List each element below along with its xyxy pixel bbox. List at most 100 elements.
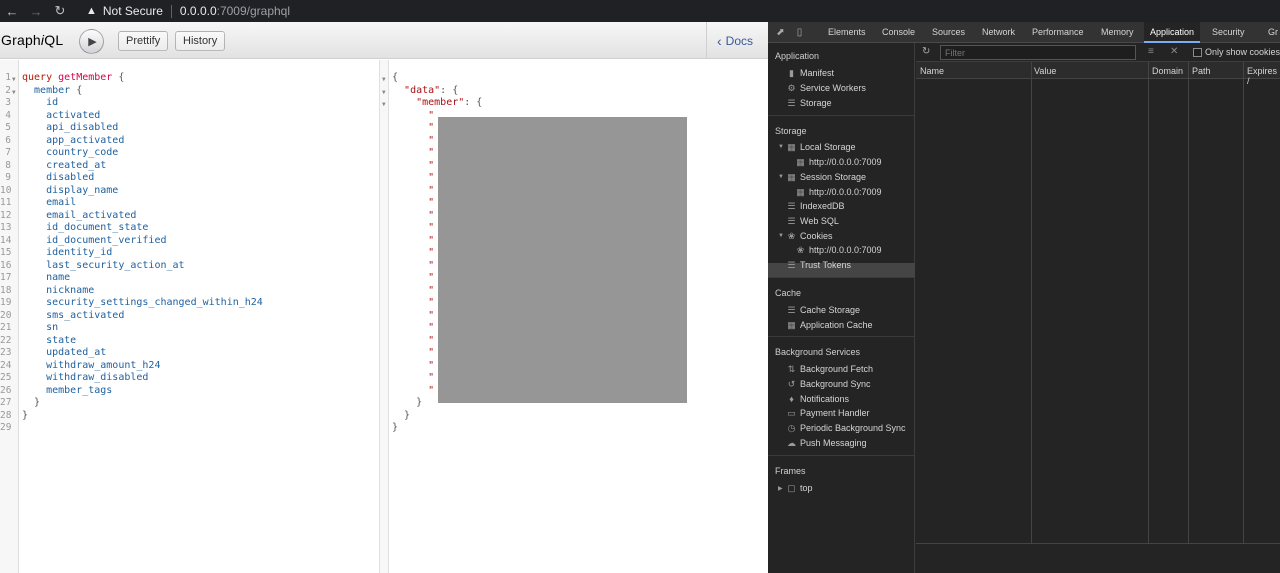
sidebar-item-background-sync[interactable]: ↺ Background Sync [786, 379, 871, 390]
column-header-domain[interactable]: Domain [1152, 66, 1183, 76]
query-code[interactable]: 1 ▼ query getMember {2 ▼ member {3 id 4 acti… [0, 72, 380, 435]
code-line[interactable]: 21 sn [0, 322, 380, 335]
fold-arrow-icon[interactable]: ▼ [382, 99, 386, 112]
sidebar-item-manifest[interactable]: ▮ Manifest [786, 68, 834, 79]
code-line[interactable]: 1 ▼ query getMember { [0, 72, 380, 85]
code-text: last_security_action_at [22, 260, 184, 273]
sidebar-item-trust-tokens[interactable]: ☰ Trust Tokens [786, 260, 851, 271]
sidebar-item-push-messaging[interactable]: ☁ Push Messaging [786, 438, 867, 449]
code-line[interactable]: 23 updated_at [0, 347, 380, 360]
code-line[interactable]: 24 withdraw_amount_h24 [0, 360, 380, 373]
code-line[interactable]: 18 nickname [0, 285, 380, 298]
sidebar-item-background-fetch[interactable]: ⇅ Background Fetch [786, 364, 873, 375]
sidebar-item-service-workers[interactable]: ⚙ Service Workers [786, 83, 865, 94]
code-line[interactable]: 3 id [0, 97, 380, 110]
code-line[interactable]: 28} [0, 410, 380, 423]
tab-performance[interactable]: Performance [1032, 27, 1084, 37]
code-line[interactable]: 10 display_name [0, 185, 380, 198]
prettify-button[interactable]: Prettify [118, 31, 169, 51]
tab-network[interactable]: Network [982, 27, 1015, 37]
database-icon: ☰ [787, 201, 796, 211]
code-token: state [22, 334, 77, 346]
code-token: withdraw_amount_h24 [22, 359, 161, 371]
sidebar-item-payment-handler[interactable]: ▭ Payment Handler [786, 408, 869, 419]
sidebar-item-session-storage-origin[interactable]: ▦ http://0.0.0.0:7009 [795, 187, 881, 198]
code-line[interactable]: 22 state [0, 335, 380, 348]
sidebar-item-indexeddb[interactable]: ☰ IndexedDB [786, 201, 844, 212]
code-line[interactable]: 25 withdraw_disabled [0, 372, 380, 385]
code-token: member [22, 84, 71, 96]
clear-filtered-icon[interactable]: ≡ [1148, 46, 1154, 57]
sidebar-item-session-storage[interactable]: ▦ Session Storage [786, 172, 866, 183]
history-button[interactable]: History [175, 31, 226, 51]
expand-triangle-icon[interactable]: ▼ [778, 233, 784, 239]
sidebar-item-cookies[interactable]: ❀ Cookies [786, 231, 833, 242]
tab-memory[interactable]: Memory [1101, 27, 1134, 37]
refresh-icon[interactable]: ↻ [922, 46, 930, 57]
tab-console[interactable]: Console [882, 27, 915, 37]
sidebar-item-frame-top[interactable]: ▢ top [786, 483, 812, 494]
sidebar-item-periodic-background-sync[interactable]: ◷ Periodic Background Sync [786, 423, 906, 434]
tab-overflow[interactable]: Gr [1268, 27, 1278, 37]
code-line[interactable]: 6 app_activated [0, 135, 380, 148]
sidebar-item-websql[interactable]: ☰ Web SQL [786, 216, 838, 227]
code-text: member { [22, 85, 82, 98]
only-show-cookies-checkbox[interactable] [1193, 48, 1202, 57]
code-line[interactable]: 13 id_document_state [0, 222, 380, 235]
sidebar-item-local-storage[interactable]: ▦ Local Storage [786, 142, 855, 153]
address-bar[interactable]: ▲ Not Secure 0.0.0.0:7009/graphql [86, 4, 290, 18]
query-editor[interactable]: 1 ▼ query getMember {2 ▼ member {3 id 4 acti… [0, 60, 380, 573]
code-line[interactable]: 27 } [0, 397, 380, 410]
tab-application[interactable]: Application [1144, 22, 1201, 43]
column-header-value[interactable]: Value [1034, 66, 1056, 76]
expand-triangle-icon[interactable]: ▼ [778, 144, 784, 150]
docs-button[interactable]: ‹ Docs [706, 22, 768, 59]
code-token: created_at [22, 159, 107, 171]
line-number: 24 [0, 359, 12, 371]
editor-splitter[interactable] [380, 60, 389, 573]
tab-sources[interactable]: Sources [932, 27, 965, 37]
code-line[interactable]: 14 id_document_verified [0, 235, 380, 248]
column-header-name[interactable]: Name [920, 66, 944, 76]
forward-icon[interactable]: → [24, 4, 48, 19]
inspect-element-icon[interactable]: ⬈ [775, 27, 786, 38]
sidebar-item-cookies-origin[interactable]: ❀ http://0.0.0.0:7009 [795, 245, 882, 256]
code-line[interactable]: 9 disabled [0, 172, 380, 185]
result-token: : { [440, 84, 459, 96]
sidebar-item-application-cache[interactable]: ▦ Application Cache [786, 320, 872, 331]
fold-arrow-icon[interactable]: ▼ [382, 74, 386, 87]
tab-elements[interactable]: Elements [828, 27, 866, 37]
result-token: " [392, 334, 435, 346]
fold-arrow-icon[interactable]: ▼ [382, 87, 386, 100]
collapse-triangle-icon[interactable]: ▶ [778, 485, 783, 492]
column-header-path[interactable]: Path [1192, 66, 1211, 76]
code-line[interactable]: 5 api_disabled [0, 122, 380, 135]
sidebar-item-notifications[interactable]: ♦ Notifications [786, 394, 849, 404]
execute-query-button[interactable]: ▶ [79, 29, 104, 54]
sidebar-item-storage[interactable]: ☰ Storage [786, 98, 831, 109]
expand-triangle-icon[interactable]: ▼ [778, 174, 784, 180]
column-header-expires[interactable]: Expires / [1247, 66, 1280, 86]
code-line[interactable]: 20 sms_activated [0, 310, 380, 323]
code-line[interactable]: 19 security_settings_changed_within_h24 [0, 297, 380, 310]
code-line[interactable]: 8 created_at [0, 160, 380, 173]
code-line[interactable]: 15 identity_id [0, 247, 380, 260]
device-toolbar-icon[interactable]: ▯ [794, 27, 805, 38]
tab-security[interactable]: Security [1212, 27, 1245, 37]
back-icon[interactable]: ← [0, 4, 24, 19]
code-line[interactable]: 26 member_tags [0, 385, 380, 398]
code-line[interactable]: 7 country_code [0, 147, 380, 160]
reload-icon[interactable]: ↻ [48, 3, 72, 19]
code-line[interactable]: 12 email_activated [0, 210, 380, 223]
code-text: display_name [22, 185, 118, 198]
code-line[interactable]: 16 last_security_action_at [0, 260, 380, 273]
sidebar-item-local-storage-origin[interactable]: ▦ http://0.0.0.0:7009 [795, 157, 881, 168]
code-line[interactable]: 11 email [0, 197, 380, 210]
clear-all-icon[interactable]: ✕ [1170, 46, 1178, 57]
code-line[interactable]: 4 activated [0, 110, 380, 123]
sidebar-item-cache-storage[interactable]: ☰ Cache Storage [786, 305, 860, 316]
code-line[interactable]: 2 ▼ member { [0, 85, 380, 98]
filter-input[interactable] [940, 45, 1136, 60]
code-line[interactable]: 17 name [0, 272, 380, 285]
code-line[interactable]: 29 [0, 422, 380, 435]
